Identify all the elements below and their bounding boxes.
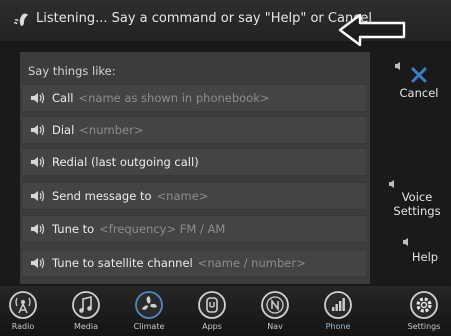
voice-settings-button[interactable]: Voice Settings: [389, 180, 445, 218]
speaker-icon: [31, 257, 45, 269]
command-call[interactable]: Call <name as shown in phonebook>: [22, 84, 366, 112]
speaker-icon: [395, 62, 400, 70]
radio-tower-icon: [9, 291, 37, 319]
command-tune-satellite[interactable]: Tune to satellite channel <name / number…: [22, 249, 366, 277]
command-send-message[interactable]: Send message to <name>: [22, 182, 366, 210]
command-label: Call: [52, 91, 74, 105]
signal-bars-icon: [324, 291, 352, 319]
nav-phone[interactable]: Phone: [311, 288, 365, 336]
command-label: Tune to: [52, 222, 95, 236]
pointer-arrow-icon: [338, 13, 406, 47]
speaker-icon: [31, 92, 45, 104]
nav-label: Media: [73, 322, 99, 331]
bottom-nav-bar: Radio Media Climate Apps Nav Phone Setti…: [0, 286, 451, 336]
gear-icon: [410, 291, 438, 319]
speaker-icon: [403, 238, 408, 246]
command-hint: <name>: [156, 189, 209, 203]
command-hint: <name as shown in phonebook>: [78, 91, 270, 105]
help-label: Help: [411, 250, 439, 264]
listening-banner: Listening... Say a command or say "Help"…: [0, 0, 451, 47]
speaker-icon: [31, 190, 45, 202]
command-tune-to[interactable]: Tune to <frequency> FM / AM: [22, 215, 366, 243]
command-hint: <name / number>: [197, 256, 306, 270]
help-button[interactable]: Help: [403, 238, 445, 264]
command-label: Send message to: [52, 189, 152, 203]
voice-settings-label-line1: Voice: [401, 190, 433, 204]
cancel-button[interactable]: Cancel: [393, 62, 445, 100]
close-icon: [411, 67, 427, 83]
speaker-icon: [31, 156, 45, 168]
cancel-label: Cancel: [399, 86, 439, 100]
fan-icon: [135, 291, 163, 319]
voice-settings-label-line2: Settings: [393, 204, 441, 218]
command-hint: <number>: [79, 123, 144, 137]
nav-apps[interactable]: Apps: [185, 288, 239, 336]
command-hint: <frequency> FM / AM: [99, 222, 226, 236]
voice-command-icon: [13, 13, 28, 26]
nav-climate[interactable]: Climate: [122, 288, 176, 336]
command-label: Dial: [52, 123, 75, 137]
nav-label: Climate: [133, 322, 165, 331]
command-label: Tune to satellite channel: [52, 256, 193, 270]
nav-media[interactable]: Media: [59, 288, 113, 336]
nav-settings[interactable]: Settings: [397, 288, 451, 336]
nav-label: Settings: [407, 322, 441, 331]
music-note-icon: [72, 291, 100, 319]
speaker-icon: [389, 180, 394, 188]
speaker-icon: [31, 124, 45, 136]
speaker-icon: [31, 223, 45, 235]
nav-radio[interactable]: Radio: [0, 288, 50, 336]
panel-heading: Say things like:: [28, 64, 116, 78]
apps-icon: [198, 291, 226, 319]
nav-nav[interactable]: Nav: [248, 288, 302, 336]
voice-hints-panel: Say things like: Call <name as shown in …: [20, 52, 370, 284]
compass-icon: [261, 291, 289, 319]
nav-label: Phone: [325, 322, 351, 331]
nav-label: Radio: [11, 322, 35, 331]
listening-prompt: Listening... Say a command or say "Help"…: [36, 11, 372, 26]
command-dial[interactable]: Dial <number>: [22, 116, 366, 144]
command-label: Redial (last outgoing call): [52, 155, 199, 169]
nav-label: Nav: [267, 322, 283, 331]
command-redial[interactable]: Redial (last outgoing call): [22, 148, 366, 176]
nav-label: Apps: [202, 322, 222, 331]
